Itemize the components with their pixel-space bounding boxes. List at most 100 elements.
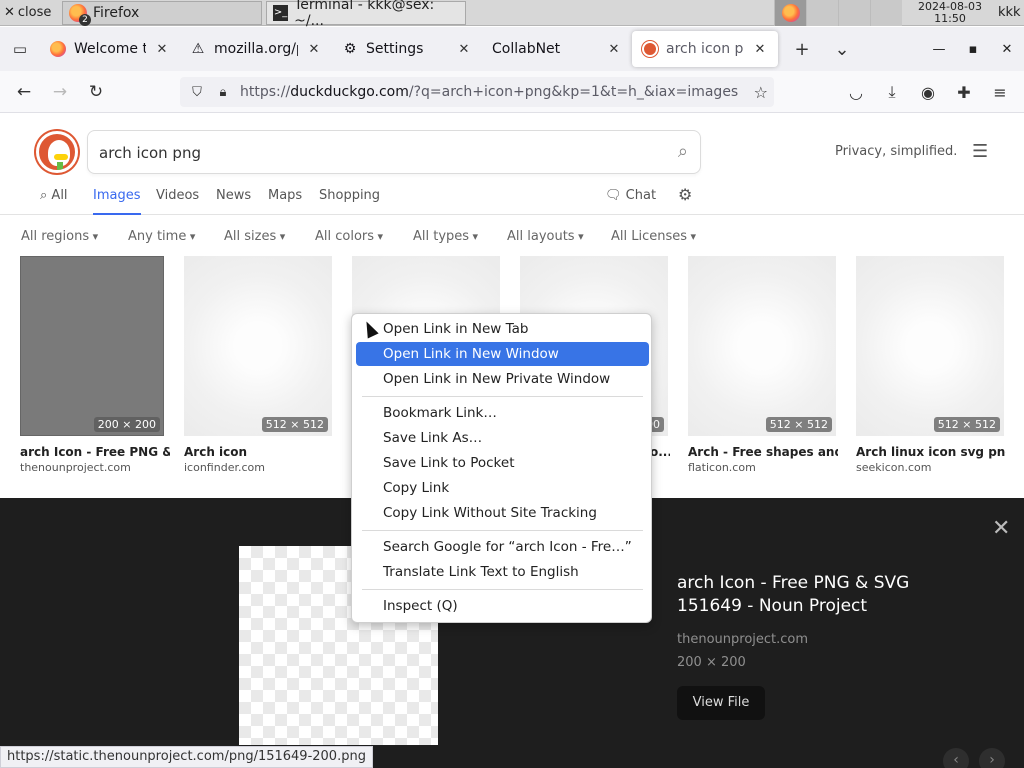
- bookmark-star-icon[interactable]: ☆: [754, 83, 768, 102]
- tab-close-icon[interactable]: ✕: [154, 42, 170, 57]
- tab-all[interactable]: ⌕ All: [40, 188, 68, 215]
- menu-open-link-private-window[interactable]: Open Link in New Private Window: [356, 367, 649, 391]
- result-image[interactable]: [856, 256, 1004, 436]
- filter-size[interactable]: All sizes: [224, 229, 285, 244]
- image-result-2[interactable]: 512 × 512: [184, 256, 332, 436]
- tab-close-icon[interactable]: ✕: [752, 42, 768, 57]
- result-title[interactable]: Arch - Free shapes and...: [688, 445, 838, 459]
- url-text[interactable]: https://duckduckgo.com/?q=arch+icon+png&…: [240, 84, 738, 100]
- tab-collabnet[interactable]: CollabNet ✕: [482, 31, 632, 67]
- tab-images[interactable]: Images: [93, 188, 141, 215]
- extensions-icon[interactable]: ✚: [946, 83, 982, 102]
- maximize-button[interactable]: ▪: [956, 42, 990, 57]
- filter-time[interactable]: Any time: [128, 229, 195, 244]
- menu-bookmark-link[interactable]: Bookmark Link…: [356, 401, 649, 425]
- search-icon[interactable]: ⌕: [678, 141, 688, 162]
- result-title[interactable]: arch Icon - Free PNG &...: [20, 445, 170, 459]
- result-source[interactable]: iconfinder.com: [184, 461, 334, 474]
- menu-open-link-new-window[interactable]: Open Link in New Window: [356, 342, 649, 366]
- menu-separator: [362, 396, 643, 397]
- tab-news[interactable]: News: [216, 188, 251, 215]
- close-icon: ✕: [1001, 41, 1013, 57]
- terminal-icon: >_: [273, 4, 289, 21]
- menu-copy-link[interactable]: Copy Link: [356, 476, 649, 500]
- result-title[interactable]: Arch icon: [184, 445, 334, 459]
- result-source[interactable]: seekicon.com: [856, 461, 1006, 474]
- lock-icon[interactable]: 🔒︎: [214, 85, 232, 100]
- hamburger-menu-icon[interactable]: ☰: [972, 141, 988, 162]
- image-result-1[interactable]: 200 × 200: [20, 256, 168, 436]
- forward-button[interactable]: →: [42, 82, 78, 102]
- minimize-button[interactable]: —: [922, 42, 956, 57]
- taskbar-task-terminal[interactable]: >_ Terminal - kkk@sex: ~/...: [266, 0, 466, 29]
- detail-title[interactable]: arch Icon - Free PNG & SVG 151649 - Noun…: [677, 572, 967, 618]
- new-tab-button[interactable]: +: [782, 39, 822, 60]
- chat-button[interactable]: 🗨︎ Chat: [605, 188, 656, 215]
- result-source[interactable]: flaticon.com: [688, 461, 838, 474]
- tab-videos[interactable]: Videos: [156, 188, 199, 215]
- result-image[interactable]: [184, 256, 332, 436]
- workspace-4[interactable]: [870, 0, 902, 26]
- menu-inspect[interactable]: Inspect (Q): [356, 594, 649, 618]
- back-button[interactable]: ←: [6, 82, 42, 102]
- menu-copy-link-without-tracking[interactable]: Copy Link Without Site Tracking: [356, 501, 649, 525]
- menu-save-link-as[interactable]: Save Link As…: [356, 426, 649, 450]
- workspace-1[interactable]: [774, 0, 806, 26]
- firefox-icon: 2: [69, 3, 91, 26]
- close-icon[interactable]: ✕: [992, 516, 1010, 541]
- chevron-right-icon: ›: [989, 752, 995, 768]
- filter-layout[interactable]: All layouts: [507, 229, 584, 244]
- pocket-icon[interactable]: ◡: [838, 83, 874, 102]
- view-file-button[interactable]: View File: [677, 686, 765, 720]
- shield-icon[interactable]: ⛉: [188, 85, 206, 100]
- taskbar-task-firefox[interactable]: 2 Firefox: [62, 0, 262, 26]
- close-window-button[interactable]: ✕: [990, 42, 1024, 57]
- filter-region[interactable]: All regions: [21, 229, 98, 244]
- menu-save-link-to-pocket[interactable]: Save Link to Pocket: [356, 451, 649, 475]
- tab-shopping[interactable]: Shopping: [319, 188, 380, 215]
- url-bar[interactable]: ⛉ 🔒︎ https://duckduckgo.com/?q=arch+icon…: [180, 77, 774, 107]
- menu-open-link-new-tab[interactable]: Open Link in New Tab: [356, 317, 649, 341]
- result-image[interactable]: [688, 256, 836, 436]
- result-image[interactable]: [20, 256, 164, 436]
- taskbar-close-button[interactable]: ✕ close: [0, 0, 62, 26]
- account-icon[interactable]: ◉: [910, 83, 946, 102]
- menu-icon[interactable]: ≡: [982, 83, 1018, 102]
- result-title[interactable]: Arch linux icon svg png...: [856, 445, 1006, 459]
- settings-gear-icon[interactable]: ⚙: [678, 185, 692, 212]
- result-title[interactable]: o...: [650, 445, 670, 459]
- tab-welcome[interactable]: Welcome to Fi ✕: [40, 31, 180, 67]
- menu-search-google[interactable]: Search Google for “arch Icon - Fre…”: [356, 535, 649, 559]
- filter-color[interactable]: All colors: [315, 229, 383, 244]
- search-box[interactable]: ⌕: [87, 130, 701, 174]
- tab-close-icon[interactable]: ✕: [306, 42, 322, 57]
- filter-type[interactable]: All types: [413, 229, 478, 244]
- tab-close-icon[interactable]: ✕: [606, 42, 622, 57]
- tab-mozilla[interactable]: ⚠ mozilla.org/pr ✕: [180, 31, 332, 67]
- privacy-tagline[interactable]: Privacy, simplified.: [835, 144, 957, 159]
- image-result-6[interactable]: 512 × 512: [856, 256, 1004, 436]
- firefox-view-button[interactable]: ▭: [0, 40, 40, 58]
- image-result-5[interactable]: 512 × 512: [688, 256, 836, 436]
- filter-license[interactable]: All Licenses: [611, 229, 696, 244]
- menu-translate-link-text[interactable]: Translate Link Text to English: [356, 560, 649, 584]
- result-source[interactable]: thenounproject.com: [20, 461, 170, 474]
- tab-close-icon[interactable]: ✕: [456, 42, 472, 57]
- next-image-button[interactable]: ›: [979, 748, 1005, 768]
- workspace-2[interactable]: [806, 0, 838, 26]
- tab-maps[interactable]: Maps: [268, 188, 302, 215]
- duckduckgo-logo[interactable]: [36, 131, 78, 173]
- download-icon[interactable]: ⤓: [874, 82, 910, 102]
- image-dimensions: 200 × 200: [93, 417, 160, 432]
- list-all-tabs-button[interactable]: ⌄: [822, 39, 862, 60]
- detail-source[interactable]: thenounproject.com: [677, 632, 808, 647]
- previous-image-button[interactable]: ‹: [943, 748, 969, 768]
- workspace-3[interactable]: [838, 0, 870, 26]
- tab-label: Shopping: [319, 188, 381, 203]
- search-input[interactable]: [99, 142, 649, 164]
- firefox-icon: [50, 41, 66, 57]
- tab-arch-icon-png[interactable]: arch icon png ✕: [632, 31, 778, 67]
- menu-separator: [362, 530, 643, 531]
- tab-settings[interactable]: ⚙ Settings ✕: [332, 31, 482, 67]
- reload-button[interactable]: ↻: [78, 82, 114, 102]
